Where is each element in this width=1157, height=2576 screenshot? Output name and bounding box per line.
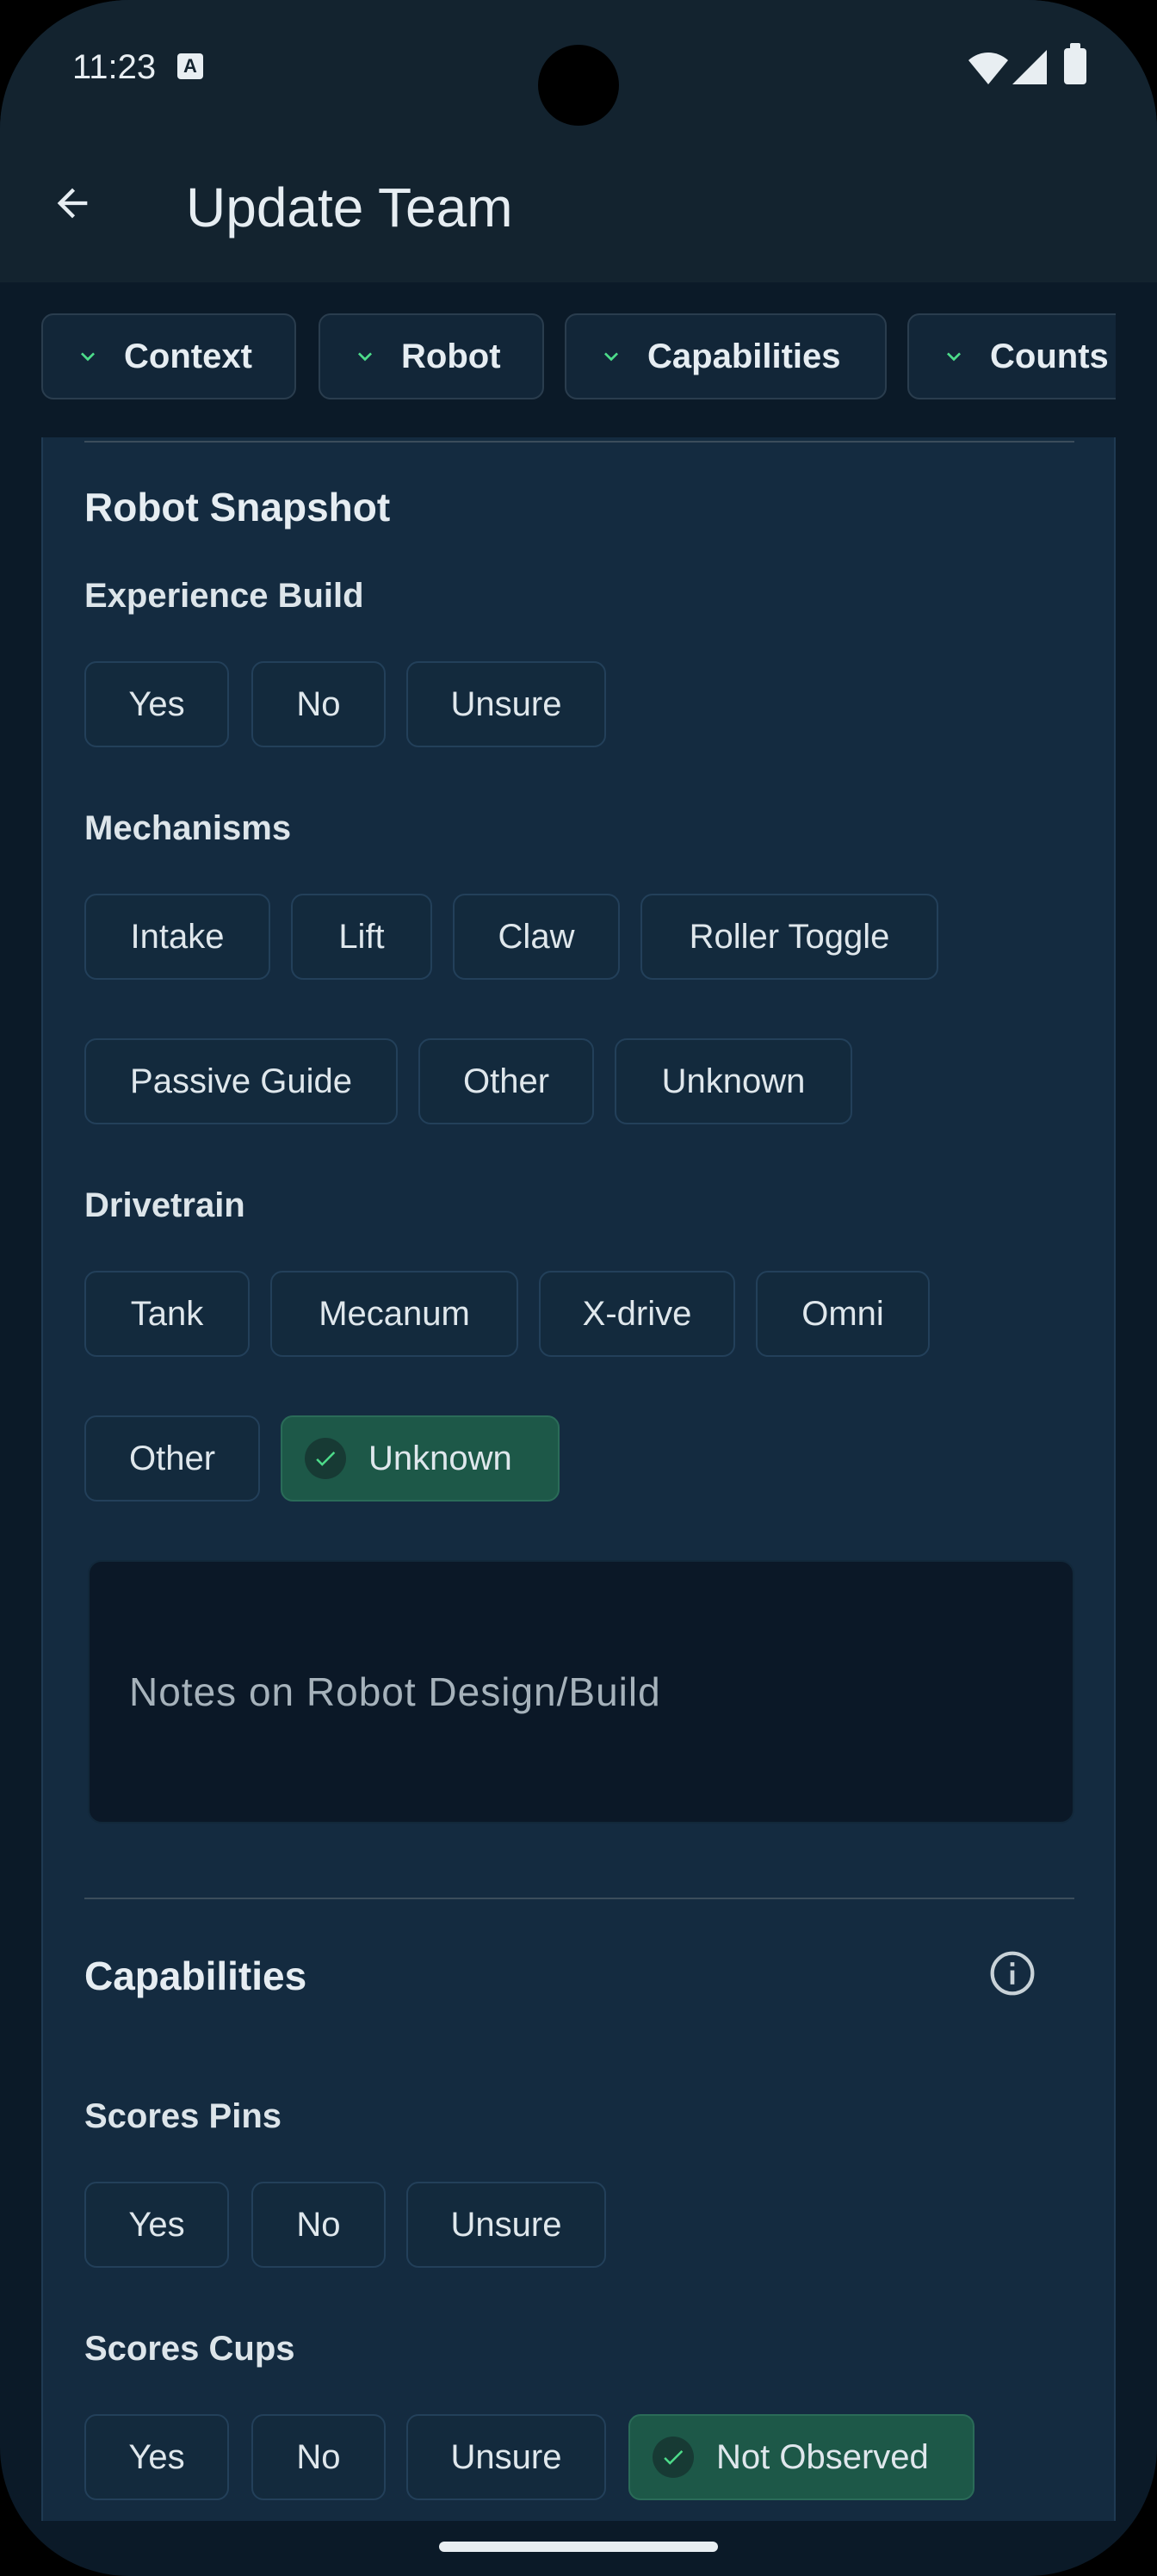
nav-chip-counts[interactable]: Counts: [907, 313, 1116, 399]
divider: [84, 441, 1074, 443]
option-mechanism-passive-guide[interactable]: Passive Guide: [84, 1038, 398, 1124]
option-mechanism-roller-toggle[interactable]: Roller Toggle: [640, 894, 938, 980]
option-experience-unsure[interactable]: Unsure: [406, 661, 606, 747]
option-pins-no[interactable]: No: [251, 2182, 386, 2268]
chevron-down-icon: [74, 343, 102, 370]
option-cups-yes[interactable]: Yes: [84, 2414, 229, 2500]
nav-chip-label: Counts: [990, 337, 1109, 375]
option-drivetrain-omni[interactable]: Omni: [756, 1271, 930, 1357]
info-icon[interactable]: [988, 1949, 1036, 1997]
option-drivetrain-x-drive[interactable]: X-drive: [539, 1271, 735, 1357]
status-time: 11:23: [72, 48, 157, 86]
accessibility-a-icon: A: [177, 53, 203, 79]
option-cups-not-observed[interactable]: Not Observed: [628, 2414, 974, 2500]
robot-notes-input[interactable]: Notes on Robot Design/Build: [88, 1560, 1074, 1824]
nav-chip-label: Context: [124, 337, 252, 375]
camera-cutout: [538, 45, 619, 126]
option-mechanism-lift[interactable]: Lift: [291, 894, 432, 980]
back-button[interactable]: [38, 169, 107, 238]
nav-chip-robot[interactable]: Robot: [319, 313, 544, 399]
option-drivetrain-mecanum[interactable]: Mecanum: [270, 1271, 518, 1357]
signal-icon: [1012, 50, 1047, 84]
page-title: Update Team: [186, 176, 513, 238]
chevron-down-icon: [940, 343, 968, 370]
option-cups-unsure[interactable]: Unsure: [406, 2414, 606, 2500]
check-icon: [305, 1438, 346, 1479]
nav-chip-capabilities[interactable]: Capabilities: [565, 313, 887, 399]
status-bar: 11:23 A: [0, 0, 1157, 138]
option-mechanism-other[interactable]: Other: [418, 1038, 594, 1124]
form-card: Robot Snapshot Experience Build Yes No U…: [41, 437, 1116, 2521]
nav-chip-label: Capabilities: [647, 337, 841, 375]
option-cups-no[interactable]: No: [251, 2414, 386, 2500]
wifi-icon: [968, 53, 1008, 84]
section-title-capabilities: Capabilities: [84, 1954, 307, 1998]
label-mechanisms: Mechanisms: [84, 809, 292, 847]
option-drivetrain-tank[interactable]: Tank: [84, 1271, 250, 1357]
label-scores-pins: Scores Pins: [84, 2097, 282, 2135]
option-pins-unsure[interactable]: Unsure: [406, 2182, 606, 2268]
check-icon: [653, 2437, 694, 2478]
option-mechanism-intake[interactable]: Intake: [84, 894, 270, 980]
label-experience-build: Experience Build: [84, 577, 364, 615]
option-pins-yes[interactable]: Yes: [84, 2182, 229, 2268]
option-label: Unknown: [368, 1439, 512, 1477]
phone-screen: 11:23 A Update Team Context Robot Capabi…: [0, 0, 1157, 2576]
battery-icon: [1064, 43, 1086, 84]
option-mechanism-claw[interactable]: Claw: [453, 894, 620, 980]
divider: [84, 1898, 1074, 1899]
label-scores-cups: Scores Cups: [84, 2330, 295, 2368]
option-drivetrain-other[interactable]: Other: [84, 1415, 260, 1502]
option-experience-no[interactable]: No: [251, 661, 386, 747]
chevron-down-icon: [597, 343, 625, 370]
back-arrow-icon: [57, 188, 88, 219]
nav-chip-label: Robot: [401, 337, 501, 375]
section-nav: Context Robot Capabilities Counts: [0, 282, 1157, 437]
app-bar: Update Team: [0, 138, 1157, 282]
label-drivetrain: Drivetrain: [84, 1186, 245, 1224]
option-label: Not Observed: [716, 2437, 929, 2476]
option-experience-yes[interactable]: Yes: [84, 661, 229, 747]
option-mechanism-unknown[interactable]: Unknown: [615, 1038, 852, 1124]
option-drivetrain-unknown[interactable]: Unknown: [281, 1415, 560, 1502]
home-indicator[interactable]: [439, 2542, 718, 2552]
chevron-down-icon: [351, 343, 379, 370]
nav-chip-context[interactable]: Context: [41, 313, 296, 399]
section-title-robot-snapshot: Robot Snapshot: [84, 485, 391, 529]
